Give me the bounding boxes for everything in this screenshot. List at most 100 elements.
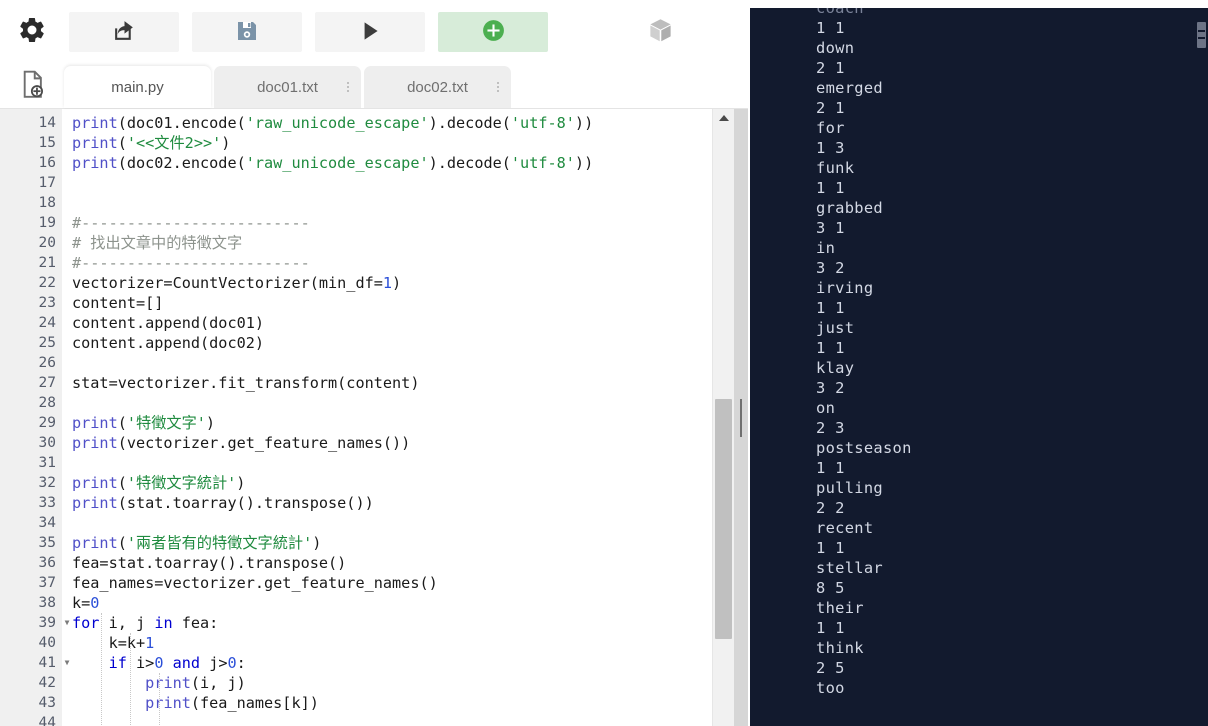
- terminal-line: 1 1: [816, 459, 845, 477]
- terminal-line: for: [816, 119, 845, 137]
- terminal-line: their: [816, 599, 864, 617]
- terminal-line: think: [816, 639, 864, 657]
- terminal-line: funk: [816, 159, 855, 177]
- terminal-line: 1 1: [816, 339, 845, 357]
- tab-menu-icon[interactable]: [497, 82, 499, 92]
- scroll-up-button[interactable]: [713, 109, 734, 127]
- terminal-line: 1 1: [816, 179, 845, 197]
- line-number: 44: [38, 715, 56, 726]
- terminal-line: 2 3: [816, 419, 845, 437]
- line-number: 15: [38, 135, 56, 151]
- code-line: print(vectorizer.get_feature_names()): [72, 434, 411, 452]
- line-number: 23: [38, 295, 56, 311]
- line-number: 34: [38, 515, 56, 531]
- line-number: 21: [38, 255, 56, 271]
- code-line: vectorizer=CountVectorizer(min_df=1): [72, 274, 402, 292]
- code-line: print(fea_names[k]): [145, 694, 319, 712]
- terminal-line: postseason: [816, 439, 912, 457]
- code-line: print('特徵文字'): [72, 414, 216, 432]
- splitter-grip: [740, 398, 742, 437]
- line-number-gutter: 14 15 16 17 18 19 20 21 22 23 24 25 26 27 28 29 30 31 32 33…: [0, 109, 70, 726]
- terminal-line: in: [816, 239, 836, 257]
- line-number: 29: [38, 415, 56, 431]
- code-line: print(doc01.encode('raw_unicode_escape')…: [72, 114, 594, 132]
- terminal-line: 1 1: [816, 19, 845, 37]
- line-number: 24: [38, 315, 56, 331]
- share-export-icon: [112, 18, 137, 46]
- code-line: print(i, j): [145, 674, 246, 692]
- tab-label: main.py: [111, 78, 164, 96]
- terminal-line: 2 1: [816, 99, 845, 117]
- terminal-line: 1 1: [816, 619, 845, 637]
- plus-circle-icon: [481, 18, 506, 46]
- line-number: 41 ▼: [0, 653, 70, 673]
- line-number: 16: [38, 155, 56, 171]
- line-number: 39 ▼: [0, 613, 70, 633]
- package-button[interactable]: [632, 10, 688, 54]
- terminal-line: 2 2: [816, 499, 845, 517]
- play-run-icon: [357, 18, 383, 47]
- line-number: 26: [38, 355, 56, 371]
- pane-splitter[interactable]: [734, 109, 748, 726]
- cube-package-icon: [647, 17, 674, 47]
- add-button[interactable]: [438, 12, 548, 52]
- tab-doc02-txt[interactable]: doc02.txt: [364, 66, 511, 108]
- terminal-line: emerged: [816, 79, 883, 97]
- line-number: 32: [38, 475, 56, 491]
- toolbar-button-group: [69, 12, 548, 52]
- terminal-line: 3 2: [816, 379, 845, 397]
- terminal-line: 8 5: [816, 579, 845, 597]
- line-number: 25: [38, 335, 56, 351]
- terminal-line: recent: [816, 519, 874, 537]
- run-button[interactable]: [315, 12, 425, 52]
- terminal-line: irving: [816, 279, 874, 297]
- code-line: print('<<文件2>>'): [72, 134, 231, 152]
- chevron-up-icon: [718, 115, 729, 121]
- code-line: print(doc02.encode('raw_unicode_escape')…: [72, 154, 594, 172]
- new-file-icon: [19, 70, 46, 102]
- line-number: 22: [38, 275, 56, 291]
- terminal-line: coach: [816, 8, 864, 17]
- terminal-line: on: [816, 399, 836, 417]
- scrollbar-thumb[interactable]: [715, 399, 732, 639]
- code-scroll-area[interactable]: 14 15 16 17 18 19 20 21 22 23 24 25 26 27 28 29 30 31 32 33…: [0, 109, 712, 726]
- code-line: for i, j in fea:: [72, 614, 219, 632]
- line-number: 27: [38, 375, 56, 391]
- terminal-line: 2 1: [816, 59, 845, 77]
- code-content[interactable]: print(doc01.encode('raw_unicode_escape')…: [62, 109, 712, 726]
- code-line: k=0: [72, 594, 100, 612]
- tab-label: doc02.txt: [407, 78, 468, 96]
- code-line: content=[]: [72, 294, 164, 312]
- code-line: print('特徵文字統計'): [72, 474, 246, 492]
- tab-menu-icon[interactable]: [347, 82, 349, 92]
- terminal-scrollbar-thumb[interactable]: [1197, 22, 1206, 48]
- tab-main-py[interactable]: main.py: [64, 66, 211, 108]
- line-number: 19: [38, 215, 56, 231]
- terminal-lines: coach 1 1 down 2 1 emerged 2 1 for 1 3 funk 1 1 gr…: [816, 8, 1198, 698]
- ide-application: main.py doc01.txt doc02.txt 14 15 16 17 18 19…: [0, 0, 1208, 726]
- code-line: stat=vectorizer.fit_transform(content): [72, 374, 420, 392]
- editor-vertical-scrollbar[interactable]: [712, 109, 734, 726]
- tab-bar: main.py doc01.txt doc02.txt: [0, 64, 748, 108]
- export-button[interactable]: [69, 12, 179, 52]
- new-file-button[interactable]: [0, 64, 64, 108]
- terminal-line: stellar: [816, 559, 883, 577]
- save-button[interactable]: [192, 12, 302, 52]
- settings-button[interactable]: [0, 0, 64, 64]
- code-line: fea=stat.toarray().transpose(): [72, 554, 347, 572]
- terminal-line: 1 1: [816, 299, 845, 317]
- line-number: 17: [38, 175, 56, 191]
- terminal-line: klay: [816, 359, 855, 377]
- line-number: 40: [38, 635, 56, 651]
- line-number: 43: [38, 695, 56, 711]
- gear-icon: [17, 15, 47, 50]
- terminal-output[interactable]: coach 1 1 down 2 1 emerged 2 1 for 1 3 funk 1 1 gr…: [750, 8, 1208, 726]
- tab-doc01-txt[interactable]: doc01.txt: [214, 66, 361, 108]
- code-line: if i>0 and j>0:: [108, 654, 246, 672]
- line-number: 18: [38, 195, 56, 211]
- line-number: 38: [38, 595, 56, 611]
